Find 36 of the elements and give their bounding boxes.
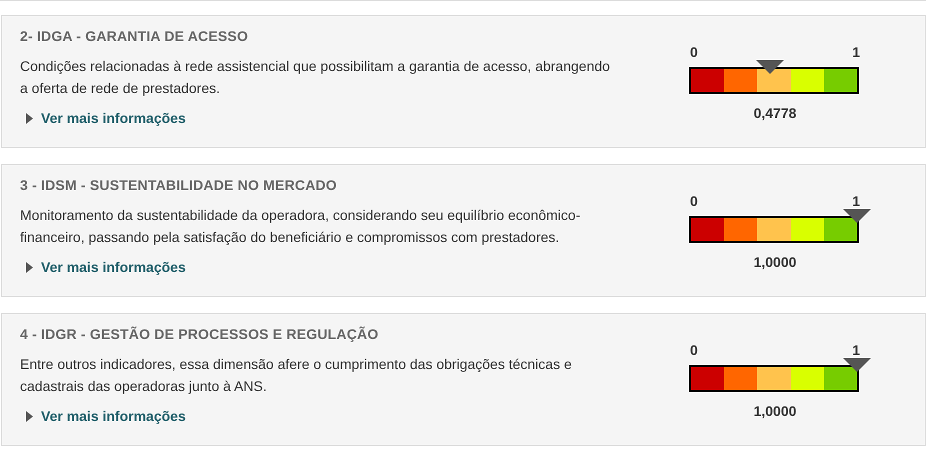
indicator-description: Entre outros indicadores, essa dimensão afere o cumprimento das obrigações técnicas e cadastrais das operadoras junto à ANS. (20, 355, 573, 396)
indicator-description: Condições relacionadas à rede assistencial que possibilitam a garantia de acesso, abrangendo a oferta de rede de prestadores. (20, 57, 610, 98)
caret-icon (26, 411, 33, 422)
gauge-segment (724, 367, 758, 390)
scale-min-label: 0 (690, 43, 698, 62)
gauge-segment (724, 69, 758, 92)
indicator-title: 2- IDGA - GARANTIA DE ACESSO (20, 27, 250, 46)
caret-icon (26, 262, 33, 273)
scale-max-label: 1 (852, 43, 860, 62)
more-info-link[interactable]: Ver mais informações (26, 406, 610, 427)
gauge-reading: 1,0000 (752, 402, 798, 421)
gauge-reading: 0,4778 (752, 104, 798, 123)
scale-min-label: 0 (690, 192, 698, 211)
indicator-title: 3 - IDSM - SUSTENTABILIDADE NO MERCADO (20, 176, 338, 195)
gauge-reading: 1,0000 (752, 253, 798, 272)
indicator-description: Monitoramento da sustentabilidade da operadora, considerando seu equilíbrio econômico-financeiro, passando pela satisfação do beneficiário e compromissos com prestadores. (20, 206, 582, 247)
gauge-segment (691, 218, 724, 241)
gauge-segment (691, 69, 724, 92)
gauge-segment (757, 367, 791, 390)
more-info-link[interactable]: Ver mais informações (26, 108, 610, 129)
indicator-title: 4 - IDGR - GESTÃO DE PROCESSOS E REGULAÇÃO (20, 325, 380, 344)
gauge-segment (824, 69, 858, 92)
gauge-segment (724, 218, 758, 241)
scale-min-label: 0 (690, 341, 698, 360)
gauge-segment (824, 367, 858, 390)
gauge-segment (790, 69, 824, 92)
gauge-segment (790, 218, 824, 241)
gauge-segment (691, 367, 724, 390)
scale-max-label: 1 (852, 192, 860, 211)
gauge-segment (757, 218, 791, 241)
caret-icon (26, 113, 33, 124)
more-info-link[interactable]: Ver mais informações (26, 257, 610, 278)
scale-max-label: 1 (852, 341, 860, 360)
gauge-segment (790, 367, 824, 390)
gauge-segment (824, 218, 858, 241)
gauge-segment (757, 69, 791, 92)
